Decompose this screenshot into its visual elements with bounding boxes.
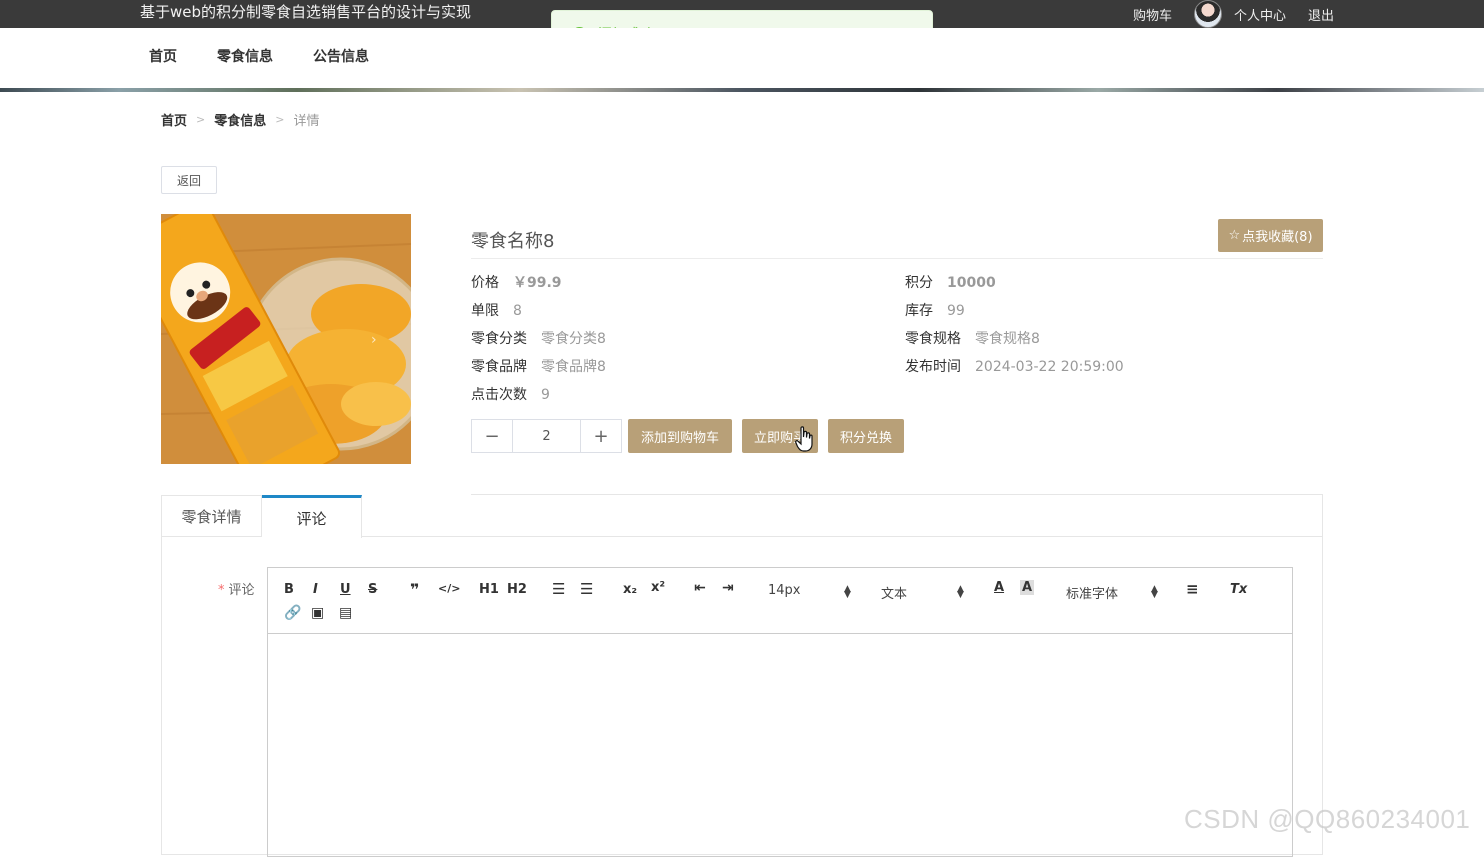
favorite-button[interactable]: ☆ 点我收藏(8) [1218,219,1323,252]
comment-label-text: 评论 [228,583,255,598]
breadcrumb-category[interactable]: 零食信息 [214,110,266,129]
product-image[interactable]: › [161,214,411,464]
indent-icon[interactable]: ⇥ [722,580,734,596]
increase-button[interactable]: + [581,420,621,452]
comment-editor: B I U S ❞ </> H1 H2 ☰ ☰ x₂ x² ⇤ ⇥ 14px ▲… [267,567,1293,857]
attr-value: 2024-03-22 20:59:00 [975,359,1124,375]
header-2-button[interactable]: H2 [507,582,527,597]
tab-comments[interactable]: 评论 [262,495,362,538]
watermark: CSDN @QQ860234001 [1184,804,1471,834]
font-picker-arrow-icon[interactable]: ▲ ▼ [1151,585,1158,600]
subscript-button[interactable]: x₂ [623,582,637,597]
size-picker[interactable]: 14px [768,583,801,598]
code-block-icon[interactable]: </> [438,582,460,595]
attr-value: 99 [947,303,965,319]
editor-toolbar: B I U S ❞ </> H1 H2 ☰ ☰ x₂ x² ⇤ ⇥ 14px ▲… [268,568,1292,634]
align-icon[interactable]: ≡ [1186,580,1199,598]
font-picker[interactable]: 标准字体 [1066,583,1118,602]
nav-snacks[interactable]: 零食信息 [217,46,273,66]
tab-details[interactable]: 零食详情 [162,495,262,537]
attr-value: 零食规格8 [975,331,1040,347]
comment-label: * 评论 [218,579,255,598]
avatar[interactable] [1193,0,1222,28]
attr-points: 积分 10000 [905,272,996,292]
back-button[interactable]: 返回 [161,166,217,194]
attr-label: 零食分类 [471,331,527,347]
header-1-button[interactable]: H1 [479,582,499,597]
header-picker-arrow-icon[interactable]: ▲ ▼ [957,585,964,600]
logout-link[interactable]: 退出 [1308,5,1334,24]
nav-notice[interactable]: 公告信息 [313,46,369,66]
link-icon[interactable]: 🔗 [284,605,301,621]
attr-label: 零食规格 [905,331,961,347]
favorite-label: 点我收藏(8) [1242,230,1313,245]
add-to-cart-button[interactable]: 添加到购物车 [628,419,732,453]
product-name: 零食名称8 [471,231,555,252]
attr-label: 单限 [471,303,499,319]
attr-brand: 零食品牌 零食品牌8 [471,356,606,376]
bold-button[interactable]: B [284,582,294,597]
breadcrumb: 首页 > 零食信息 > 详情 [161,110,319,129]
tabs-header: 零食详情 评论 [162,495,1322,538]
attr-label: 价格 [471,275,499,291]
breadcrumb-separator: > [196,113,206,126]
text-color-icon[interactable]: A [994,580,1004,595]
attr-clicks: 点击次数 9 [471,384,550,404]
image-icon[interactable]: ▣ [311,605,324,621]
editor-content-area[interactable] [268,634,1292,856]
required-mark: * [218,583,225,598]
attr-value: ￥99.9 [513,275,562,291]
blockquote-icon[interactable]: ❞ [410,580,419,599]
star-icon: ☆ [1228,228,1241,243]
attr-spec: 零食规格 零食规格8 [905,328,1040,348]
detail-tabs: 零食详情 评论 * 评论 B I U S ❞ </> H1 H2 ☰ ☰ x₂ x… [161,495,1323,857]
attr-value: 零食分类8 [541,331,606,347]
breadcrumb-home[interactable]: 首页 [161,110,187,129]
attr-label: 点击次数 [471,387,527,403]
underline-button[interactable]: U [340,582,351,597]
nav-home[interactable]: 首页 [149,46,177,66]
header-picker[interactable]: 文本 [881,583,907,602]
user-menu: 购物车 个人中心 退出 [1111,0,1334,28]
attr-value: 零食品牌8 [541,359,606,375]
attr-label: 积分 [905,275,933,291]
background-color-icon[interactable]: A [1020,580,1035,595]
banner-strip [0,88,1484,92]
decrease-button[interactable]: − [472,420,512,452]
divider [471,258,1323,259]
attr-limit: 单限 8 [471,300,522,320]
attr-label: 发布时间 [905,359,961,375]
quantity-stepper: − 2 + [471,419,622,453]
clean-format-button[interactable]: Tx [1230,582,1247,597]
attr-label: 库存 [905,303,933,319]
breadcrumb-separator: > [275,113,285,126]
redeem-button[interactable]: 积分兑换 [828,419,904,453]
ordered-list-icon[interactable]: ☰ [552,580,565,598]
hand-cursor-icon [795,426,813,452]
cart-link[interactable]: 购物车 [1133,5,1172,24]
video-icon[interactable]: ▤ [339,605,352,621]
profile-link[interactable]: 个人中心 [1234,5,1286,24]
attr-publish-time: 发布时间 2024-03-22 20:59:00 [905,356,1124,376]
size-picker-arrow-icon[interactable]: ▲ ▼ [844,585,851,600]
site-title: 基于web的积分制零食自选销售平台的设计与实现 [140,3,472,21]
superscript-button[interactable]: x² [651,580,665,595]
bullet-list-icon[interactable]: ☰ [580,580,593,598]
quantity-input[interactable]: 2 [512,420,581,452]
strike-button[interactable]: S [368,582,377,597]
outdent-icon[interactable]: ⇤ [694,580,706,596]
attr-value: 8 [513,303,522,319]
attr-price: 价格 ￥99.9 [471,272,562,292]
main-nav: 首页 零食信息 公告信息 [0,28,1484,88]
attr-value: 9 [541,387,550,403]
image-next-arrow-icon[interactable]: › [371,332,377,348]
attr-label: 零食品牌 [471,359,527,375]
attr-category: 零食分类 零食分类8 [471,328,606,348]
breadcrumb-current: 详情 [293,114,320,129]
attr-value: 10000 [947,275,996,291]
attr-stock: 库存 99 [905,300,965,320]
italic-button[interactable]: I [313,582,318,597]
